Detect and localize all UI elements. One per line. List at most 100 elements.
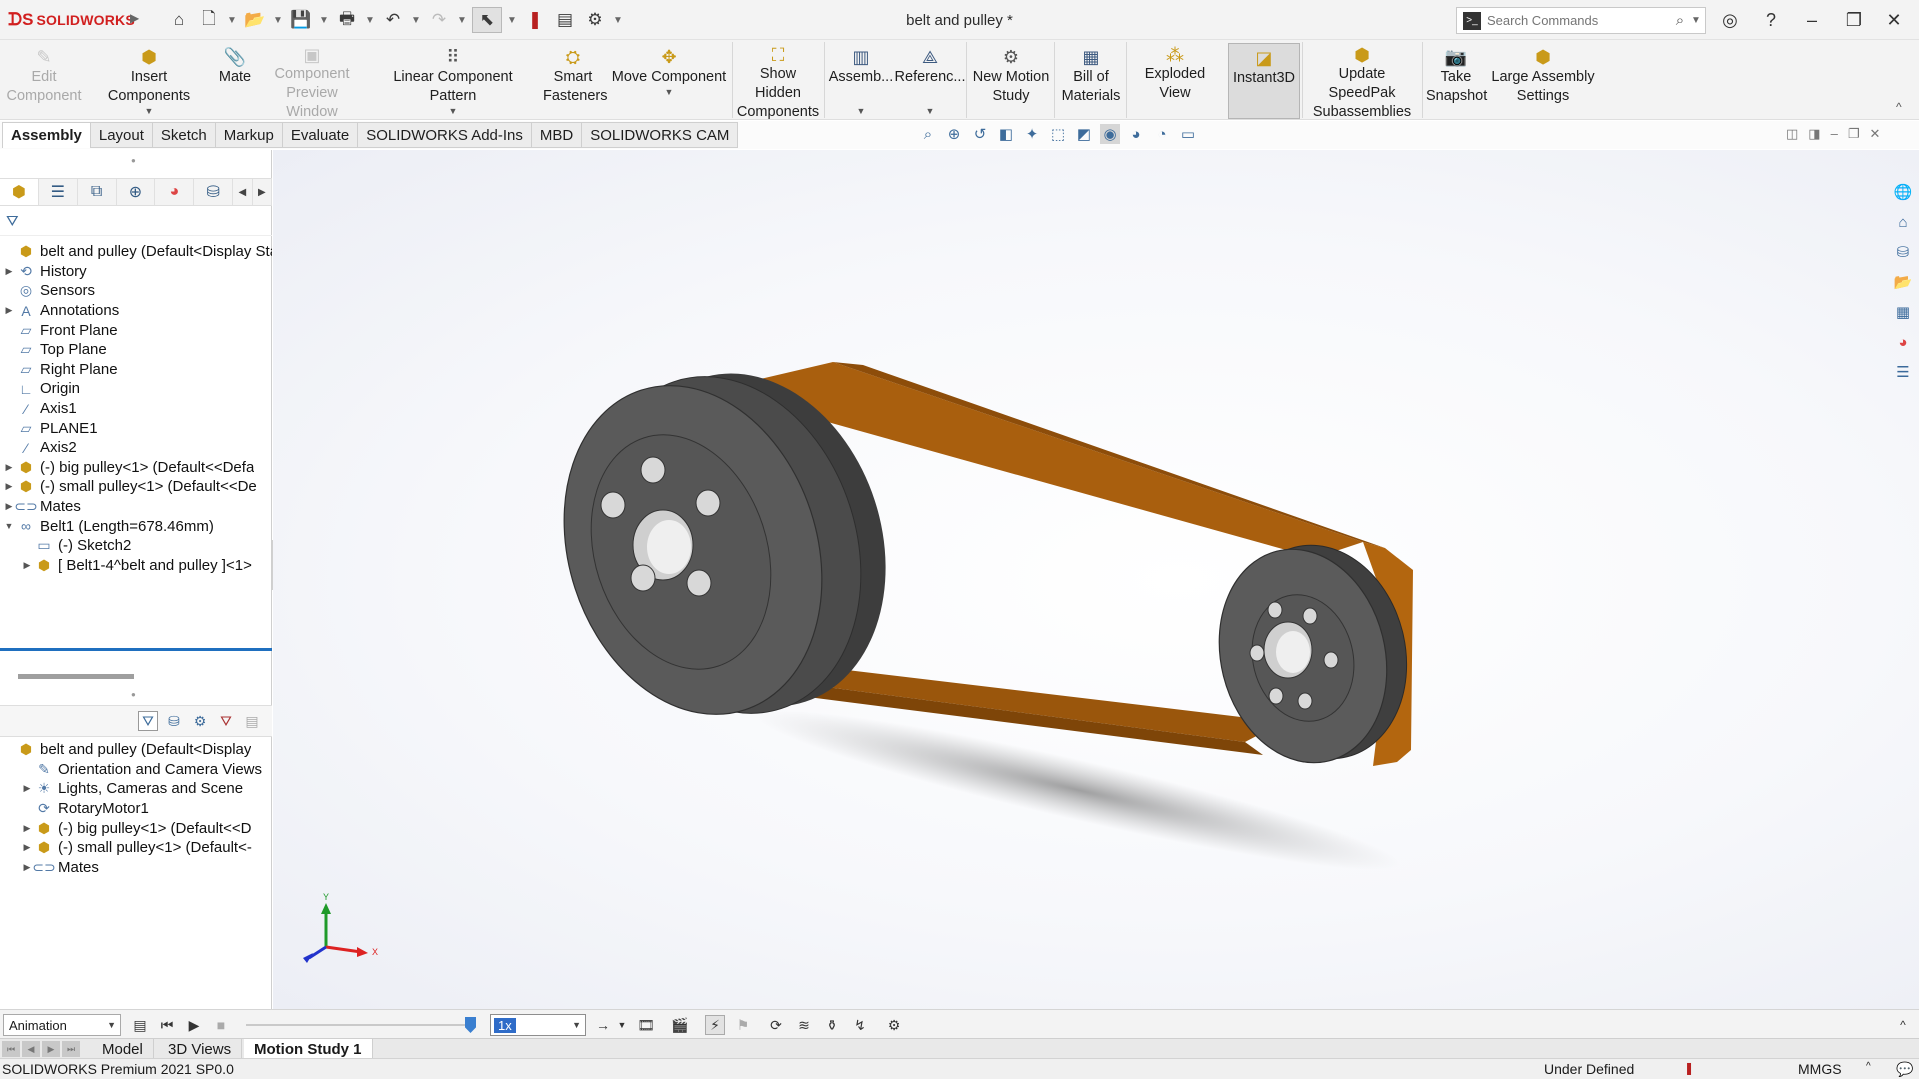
chevron-down-icon[interactable]: ▼ [857,106,866,116]
filter-driving-icon[interactable]: ⚙ [190,711,210,731]
units-menu-icon[interactable]: ^ [1866,1061,1871,1072]
custom-properties-icon[interactable]: ☰ [1891,360,1915,384]
assembly-model[interactable]: Y X [273,150,1919,1009]
playback-slider-track[interactable] [246,1024,471,1026]
tree-item-13[interactable]: ▼ ∞ Belt1 (Length=678.46mm) [0,516,272,536]
minimize-icon[interactable]: – [1797,6,1827,34]
collapse-icon[interactable]: ▼ [2,521,16,531]
take-snapshot-button[interactable]: 📷 Take Snapshot [1424,43,1488,119]
tree-item-2[interactable]: ▶ A Annotations [0,301,272,321]
tree-item-8[interactable]: ▱ PLANE1 [0,418,272,438]
expand-icon[interactable]: ▶ [2,305,16,316]
tile-right-icon[interactable]: ◨ [1808,126,1820,142]
tree-item-1[interactable]: ◎ Sensors [0,281,272,301]
previous-tab-icon[interactable]: ◀ [22,1041,40,1057]
tree-item-0[interactable]: ▶ ⟲ History [0,262,272,282]
autokey-icon[interactable]: ⚡ [705,1015,725,1035]
expand-icon[interactable]: ▶ [2,481,16,492]
collapse-motion-manager-icon[interactable]: ^ [1893,1015,1913,1035]
dimxpert-tab-icon[interactable]: ⊕ [117,179,156,205]
viewport-minimize-icon[interactable]: – [1831,126,1838,142]
tab-markup[interactable]: Markup [215,122,283,148]
tree-item-4[interactable]: ▶ ⬢ (-) small pulley<1> (Default<- [0,838,272,858]
property-manager-tab-icon[interactable]: ☰ [39,179,78,205]
expand-icon[interactable]: ▶ [20,842,34,853]
view-settings-icon[interactable]: ▭ [1178,124,1198,144]
filter-results-icon[interactable]: ▤ [242,711,262,731]
appearances-icon[interactable]: ◕ [1891,330,1915,354]
select-dropdown-icon[interactable]: ▼ [506,7,518,33]
exploded-view-button[interactable]: ⁂ Exploded View ▼ [1128,43,1222,133]
add-update-key-icon[interactable]: ⚑ [733,1015,753,1035]
play-from-start-icon[interactable]: ⏮ [157,1015,177,1035]
tab-solidworks-cam[interactable]: SOLIDWORKS CAM [582,122,739,148]
dynamic-annotation-icon[interactable]: ✦ [1022,124,1042,144]
expand-icon[interactable]: ▶ [20,823,34,834]
save-icon[interactable]: 💾 [288,7,314,33]
tree-filter[interactable]: ⛛ [0,210,272,236]
solidworks-resources-icon[interactable]: 🌐 [1891,180,1915,204]
tab-3d-views[interactable]: 3D Views [158,1039,243,1059]
tree-item-root[interactable]: ⬢ belt and pulley (Default<Display [0,740,272,760]
chevron-down-icon[interactable]: ▼ [926,106,935,116]
expand-icon[interactable]: ▶ [20,783,34,794]
smart-fasteners-button[interactable]: ⛭ Smart Fasteners [540,43,607,119]
options-icon[interactable]: ⚙ [582,7,608,33]
print-dropdown-icon[interactable]: ▼ [364,7,376,33]
zoom-to-fit-icon[interactable]: ⌕ [918,124,938,144]
redo-icon[interactable]: ↷ [426,7,452,33]
save-dropdown-icon[interactable]: ▼ [318,7,330,33]
filter-icon[interactable]: ⛛ [138,711,158,731]
tree-item-7[interactable]: ⁄ Axis1 [0,399,272,419]
search-dropdown-icon[interactable]: ▼ [1691,15,1705,26]
previous-view-icon[interactable]: ↺ [970,124,990,144]
file-properties-icon[interactable]: ▤ [552,7,578,33]
tile-left-icon[interactable]: ◫ [1786,126,1798,142]
bill-of-materials-button[interactable]: ▦ Bill of Materials [1058,43,1124,119]
damper-icon[interactable]: ⚱ [822,1015,842,1035]
graphics-area[interactable]: Y X [273,150,1919,1009]
options-dropdown-icon[interactable]: ▼ [612,7,624,33]
panel-handle[interactable]: ● [131,156,136,165]
tree-item-9[interactable]: ⁄ Axis2 [0,438,272,458]
tree-item-3[interactable]: ▱ Front Plane [0,320,272,340]
tab-layout[interactable]: Layout [90,122,153,148]
save-animation-icon[interactable]: 🎞 [636,1015,656,1035]
tree-item-15[interactable]: ▶ ⬢ [ Belt1-4^belt and pulley ]<1> [0,556,272,576]
linear-component-pattern-button[interactable]: ⠿ Linear Component Pattern ▼ [368,43,538,119]
rebuild-status-icon[interactable]: ❚ [1684,1061,1694,1075]
playback-slider-thumb[interactable] [465,1017,476,1033]
tree-item-11[interactable]: ▶ ⬢ (-) small pulley<1> (Default<<De [0,477,272,497]
mate-button[interactable]: 📎 Mate [212,43,258,119]
view-palette-icon[interactable]: ▦ [1891,300,1915,324]
search-commands-box[interactable]: >_ ⌕ ▼ [1456,7,1706,34]
tooltip-balloon-icon[interactable]: 💬 [1896,1061,1913,1078]
chevron-down-icon[interactable]: ▼ [449,106,458,116]
unit-system[interactable]: MMGS [1798,1061,1842,1077]
motor-icon[interactable]: ⟳ [766,1015,786,1035]
tab-sketch[interactable]: Sketch [152,122,216,148]
scroll-left-icon[interactable]: ◀ [233,179,253,205]
collapse-ribbon-icon[interactable]: ^ [1896,100,1902,114]
force-icon[interactable]: ↯ [850,1015,870,1035]
undo-icon[interactable]: ↶ [380,7,406,33]
motion-study-properties-icon[interactable]: ⚙ [884,1015,904,1035]
viewport-restore-icon[interactable]: ❐ [1848,126,1860,142]
expand-icon[interactable]: ▶ [2,266,16,277]
spring-icon[interactable]: ≋ [794,1015,814,1035]
close-icon[interactable]: ✕ [1879,6,1909,34]
tree-item-10[interactable]: ▶ ⬢ (-) big pulley<1> (Default<<Defa [0,458,272,478]
rebuild-icon[interactable]: ❚ [522,7,548,33]
home-icon[interactable]: ⌂ [1891,210,1915,234]
new-document-icon[interactable]: 🗋 [196,7,222,33]
tab-mbd[interactable]: MBD [531,122,583,148]
tree-item-5[interactable]: ▶ ⊂⊃ Mates [0,858,272,878]
tree-item-3[interactable]: ▶ ⬢ (-) big pulley<1> (Default<<D [0,818,272,838]
tree-item-4[interactable]: ▱ Top Plane [0,340,272,360]
tree-item-0[interactable]: ✎ Orientation and Camera Views [0,760,272,780]
home-icon[interactable]: ⌂ [166,7,192,33]
search-icon[interactable]: ⌕ [1669,12,1691,29]
search-input[interactable] [1487,13,1669,28]
filter-selected-icon[interactable]: ⛛ [216,711,236,731]
user-account-icon[interactable]: ◎ [1715,6,1745,34]
